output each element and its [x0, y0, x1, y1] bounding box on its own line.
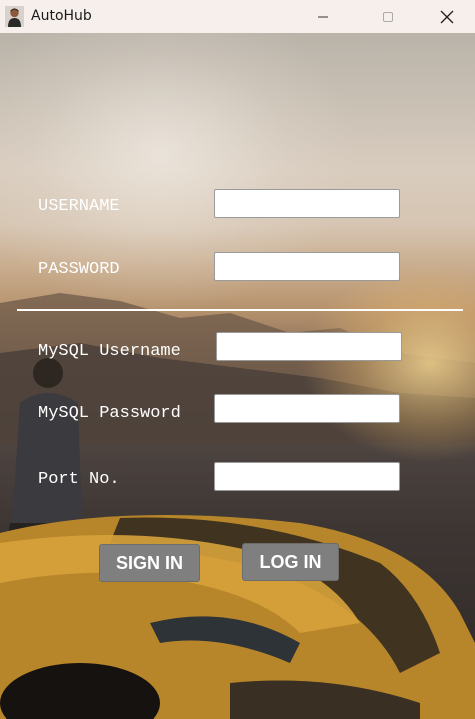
- minimize-button[interactable]: [300, 0, 346, 33]
- mysql-password-input[interactable]: [214, 394, 400, 423]
- minimize-icon: [318, 16, 328, 17]
- mysql-username-input[interactable]: [216, 332, 402, 361]
- close-icon: [440, 10, 454, 23]
- background-image: [0, 33, 475, 719]
- port-input[interactable]: [214, 462, 400, 491]
- section-divider: [17, 309, 463, 311]
- mysql-password-label: MySQL Password: [38, 404, 181, 423]
- password-input[interactable]: [214, 252, 400, 281]
- app-avatar-icon: [5, 6, 24, 27]
- mysql-username-label: MySQL Username: [38, 342, 181, 361]
- maximize-icon: [383, 11, 393, 22]
- sign-in-button[interactable]: SIGN IN: [99, 544, 200, 582]
- password-label: PASSWORD: [38, 260, 120, 279]
- log-in-button[interactable]: LOG IN: [242, 543, 339, 581]
- title-bar: AutoHub: [0, 0, 475, 33]
- maximize-button[interactable]: [365, 0, 411, 33]
- username-label: USERNAME: [38, 197, 120, 216]
- window-title: AutoHub: [31, 8, 92, 24]
- car-silhouette: [0, 515, 475, 719]
- close-button[interactable]: [424, 0, 470, 33]
- port-label: Port No.: [38, 470, 120, 489]
- username-input[interactable]: [214, 189, 400, 218]
